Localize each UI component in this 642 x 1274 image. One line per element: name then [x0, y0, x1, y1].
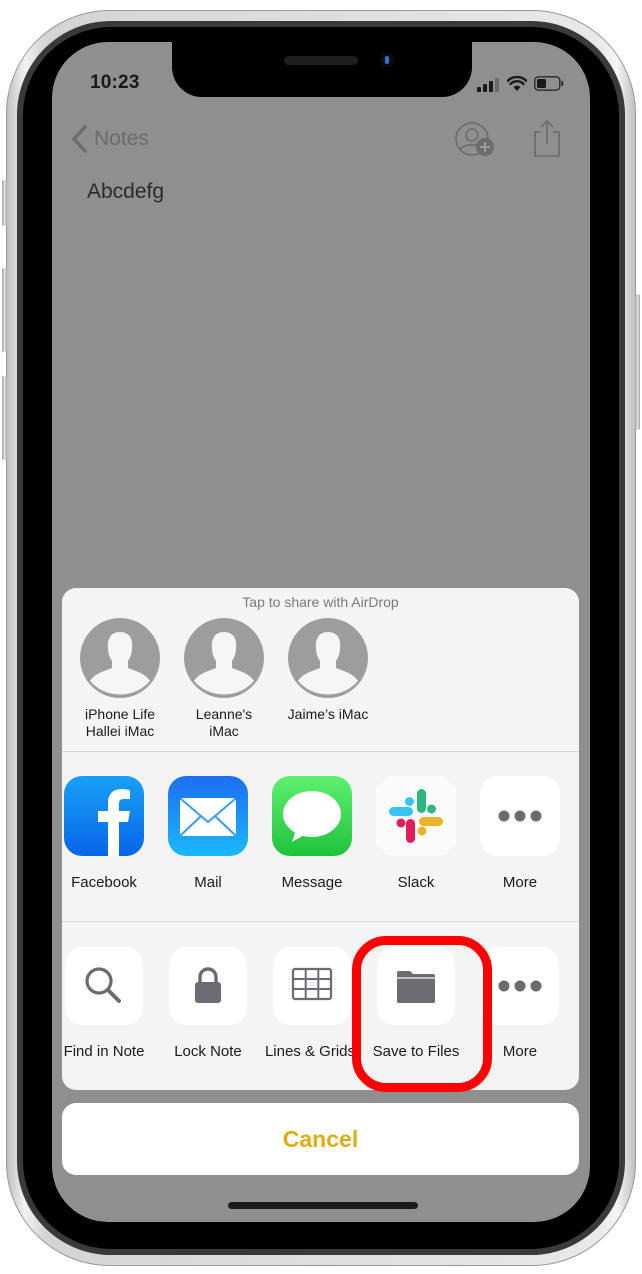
volume-down-button — [2, 376, 7, 460]
earpiece-speaker — [284, 56, 358, 65]
app-label: Slack — [397, 874, 435, 891]
app-label: Facebook — [71, 874, 137, 891]
action-lock-note[interactable]: Lock Note — [156, 947, 260, 1065]
airdrop-target-label: Jaime’s iMac — [273, 706, 383, 723]
status-time: 10:23 — [90, 72, 140, 93]
magnifier-icon — [65, 947, 143, 1025]
action-find-in-note[interactable]: Find in Note — [62, 947, 156, 1065]
app-label: Mail — [194, 874, 222, 891]
action-label: Find in Note — [63, 1043, 145, 1060]
app-mail[interactable]: Mail — [156, 776, 260, 894]
facebook-icon — [64, 776, 144, 856]
airdrop-target[interactable]: Jaime’s iMac — [273, 618, 383, 742]
battery-icon — [534, 76, 564, 91]
app-facebook[interactable]: Facebook — [62, 776, 156, 894]
label-line-1: Jaime’s iMac — [287, 706, 369, 722]
avatar — [288, 618, 368, 698]
airdrop-target-label: iPhone Life Hallei iMac — [65, 706, 175, 740]
app-more[interactable]: More — [468, 776, 572, 894]
app-label: More — [502, 874, 538, 891]
label-line-2: iMac — [209, 723, 239, 739]
more-icon — [481, 947, 559, 1025]
airdrop-target[interactable]: Leanne's iMac — [169, 618, 279, 742]
label-line-1: iPhone Life — [84, 706, 156, 722]
cancel-button[interactable]: Cancel — [62, 1103, 579, 1175]
avatar — [184, 618, 264, 698]
action-lines-grids[interactable]: Lines & Grids — [260, 947, 364, 1065]
action-label: Lock Note — [174, 1043, 242, 1060]
app-label: Message — [281, 874, 343, 891]
airdrop-target-label: Leanne's iMac — [169, 706, 279, 740]
grid-icon — [273, 947, 351, 1025]
person-silhouette-icon — [298, 632, 358, 695]
action-label: Lines & Grids — [264, 1043, 356, 1060]
add-person-icon[interactable] — [452, 120, 498, 160]
lock-icon — [169, 947, 247, 1025]
volume-up-button — [2, 268, 7, 352]
avatar — [80, 618, 160, 698]
more-icon — [480, 776, 560, 856]
highlight-annotation — [352, 936, 492, 1092]
silent-switch — [2, 180, 7, 226]
app-slack[interactable]: Slack — [364, 776, 468, 894]
person-silhouette-icon — [90, 632, 150, 695]
wifi-icon — [507, 76, 527, 91]
share-icon[interactable] — [532, 118, 562, 158]
divider — [62, 921, 579, 922]
cellular-signal-icon — [477, 78, 499, 92]
app-message[interactable]: Message — [260, 776, 364, 894]
chevron-left-icon — [72, 125, 87, 153]
side-button — [635, 294, 640, 430]
airdrop-target[interactable]: iPhone Life Hallei iMac — [65, 618, 175, 742]
mail-icon — [168, 776, 248, 856]
note-body[interactable]: Abcdefg — [87, 180, 164, 204]
screen: 10:23 Notes Abcdefg Tap to share with Ai — [52, 42, 590, 1222]
airdrop-title: Tap to share with AirDrop — [242, 594, 399, 610]
back-button-label: Notes — [94, 127, 149, 150]
label-line-1: Leanne's — [195, 706, 253, 722]
home-indicator[interactable] — [228, 1202, 418, 1209]
front-camera — [380, 53, 394, 67]
share-sheet: Tap to share with AirDrop iPhone Life Ha… — [62, 588, 579, 1090]
back-button[interactable]: Notes — [70, 124, 149, 154]
divider — [62, 751, 579, 752]
slack-icon — [376, 776, 456, 856]
messages-icon — [272, 776, 352, 856]
label-line-2: Hallei iMac — [85, 723, 155, 739]
notch — [172, 42, 472, 97]
person-silhouette-icon — [194, 632, 254, 695]
